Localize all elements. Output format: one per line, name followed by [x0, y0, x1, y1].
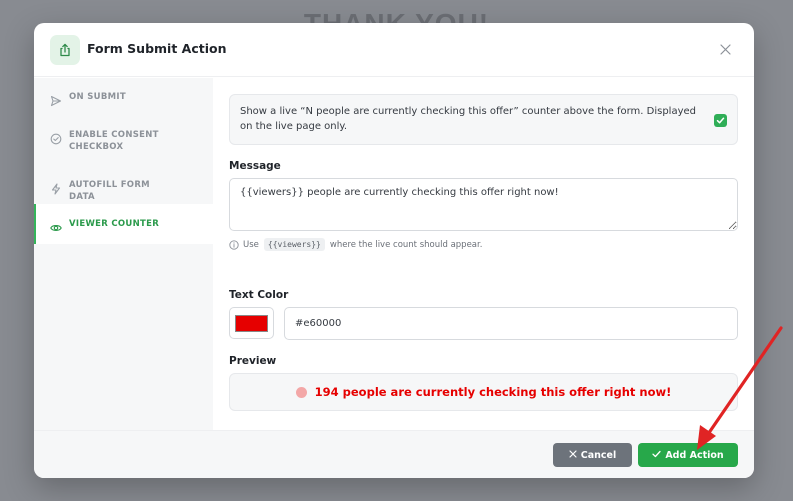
sidebar-item-label: Autofill Form Data	[69, 180, 150, 202]
viewer-counter-description: Show a live “N people are currently chec…	[240, 106, 697, 132]
preview-label: Preview	[229, 355, 277, 367]
check-icon	[652, 450, 661, 461]
color-swatch-chip	[235, 314, 268, 332]
message-hint: Use {{viewers}} where the live count sho…	[229, 238, 482, 251]
cancel-button[interactable]: Cancel	[553, 443, 632, 467]
form-submit-action-modal: Form Submit Action On Submit Enable Cons…	[34, 23, 754, 478]
preview-text: 194 people are currently checking this o…	[314, 385, 672, 399]
info-icon	[229, 239, 239, 250]
text-color-label: Text Color	[229, 289, 289, 301]
hint-placeholder-code: {{viewers}}	[263, 238, 325, 251]
share-upload-icon	[50, 35, 80, 65]
modal-title: Form Submit Action	[87, 41, 227, 56]
hint-suffix: where the live count should appear.	[329, 239, 483, 250]
sidebar-item-enable-consent-checkbox[interactable]: Enable Consent Checkbox	[34, 129, 213, 153]
close-icon[interactable]	[718, 42, 732, 56]
send-icon	[50, 92, 62, 107]
sidebar-item-label: Enable Consent Checkbox	[69, 130, 159, 152]
add-action-button[interactable]: Add Action	[638, 443, 738, 467]
live-dot-icon	[295, 386, 307, 398]
sidebar-item-on-submit[interactable]: On Submit	[34, 91, 213, 107]
add-action-button-label: Add Action	[665, 449, 724, 461]
message-label: Message	[229, 160, 281, 172]
enable-viewer-counter-checkbox[interactable]	[714, 114, 727, 127]
sidebar-item-label: On Submit	[69, 92, 126, 102]
bolt-icon	[50, 180, 62, 195]
cancel-button-label: Cancel	[580, 449, 617, 461]
counter-preview: 194 people are currently checking this o…	[229, 373, 738, 411]
close-icon	[569, 449, 577, 461]
sidebar-item-viewer-counter[interactable]: Viewer Counter	[34, 204, 213, 244]
sidebar-item-label: Viewer Counter	[69, 219, 160, 229]
modal-header: Form Submit Action	[34, 23, 754, 77]
modal-footer: Cancel Add Action	[34, 430, 754, 478]
enable-viewer-counter-row: Show a live “N people are currently chec…	[229, 94, 738, 145]
eye-icon	[50, 219, 62, 231]
action-sidebar: On Submit Enable Consent Checkbox Autofi…	[34, 78, 213, 430]
hint-prefix: Use	[243, 239, 259, 250]
text-color-picker[interactable]	[229, 307, 274, 339]
message-textarea[interactable]: {{viewers}} people are currently checkin…	[229, 178, 738, 231]
sidebar-item-autofill-form-data[interactable]: Autofill Form Data	[34, 179, 213, 203]
check-circle-icon	[50, 130, 62, 145]
text-color-hex-input[interactable]	[284, 307, 738, 340]
